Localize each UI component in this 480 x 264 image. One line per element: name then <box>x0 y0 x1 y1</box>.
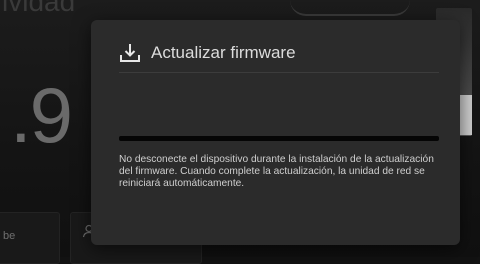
firmware-update-dialog: Actualizar firmware No desconecte el dis… <box>91 20 460 245</box>
background-decoration <box>290 0 410 16</box>
background-tile[interactable]: be <box>0 212 60 264</box>
background-heading: ividad <box>2 0 76 17</box>
background-tile-label: be <box>3 230 16 242</box>
download-icon <box>120 44 140 62</box>
background-side-panel-highlight <box>460 95 472 135</box>
dialog-divider <box>119 72 439 73</box>
dialog-title: Actualizar firmware <box>151 43 296 62</box>
dialog-warning-message: No desconecte el dispositivo durante la … <box>119 154 434 189</box>
firmware-progress-bar <box>119 136 439 141</box>
dialog-header: Actualizar firmware <box>119 42 296 64</box>
background-big-value: .9 <box>10 71 73 159</box>
